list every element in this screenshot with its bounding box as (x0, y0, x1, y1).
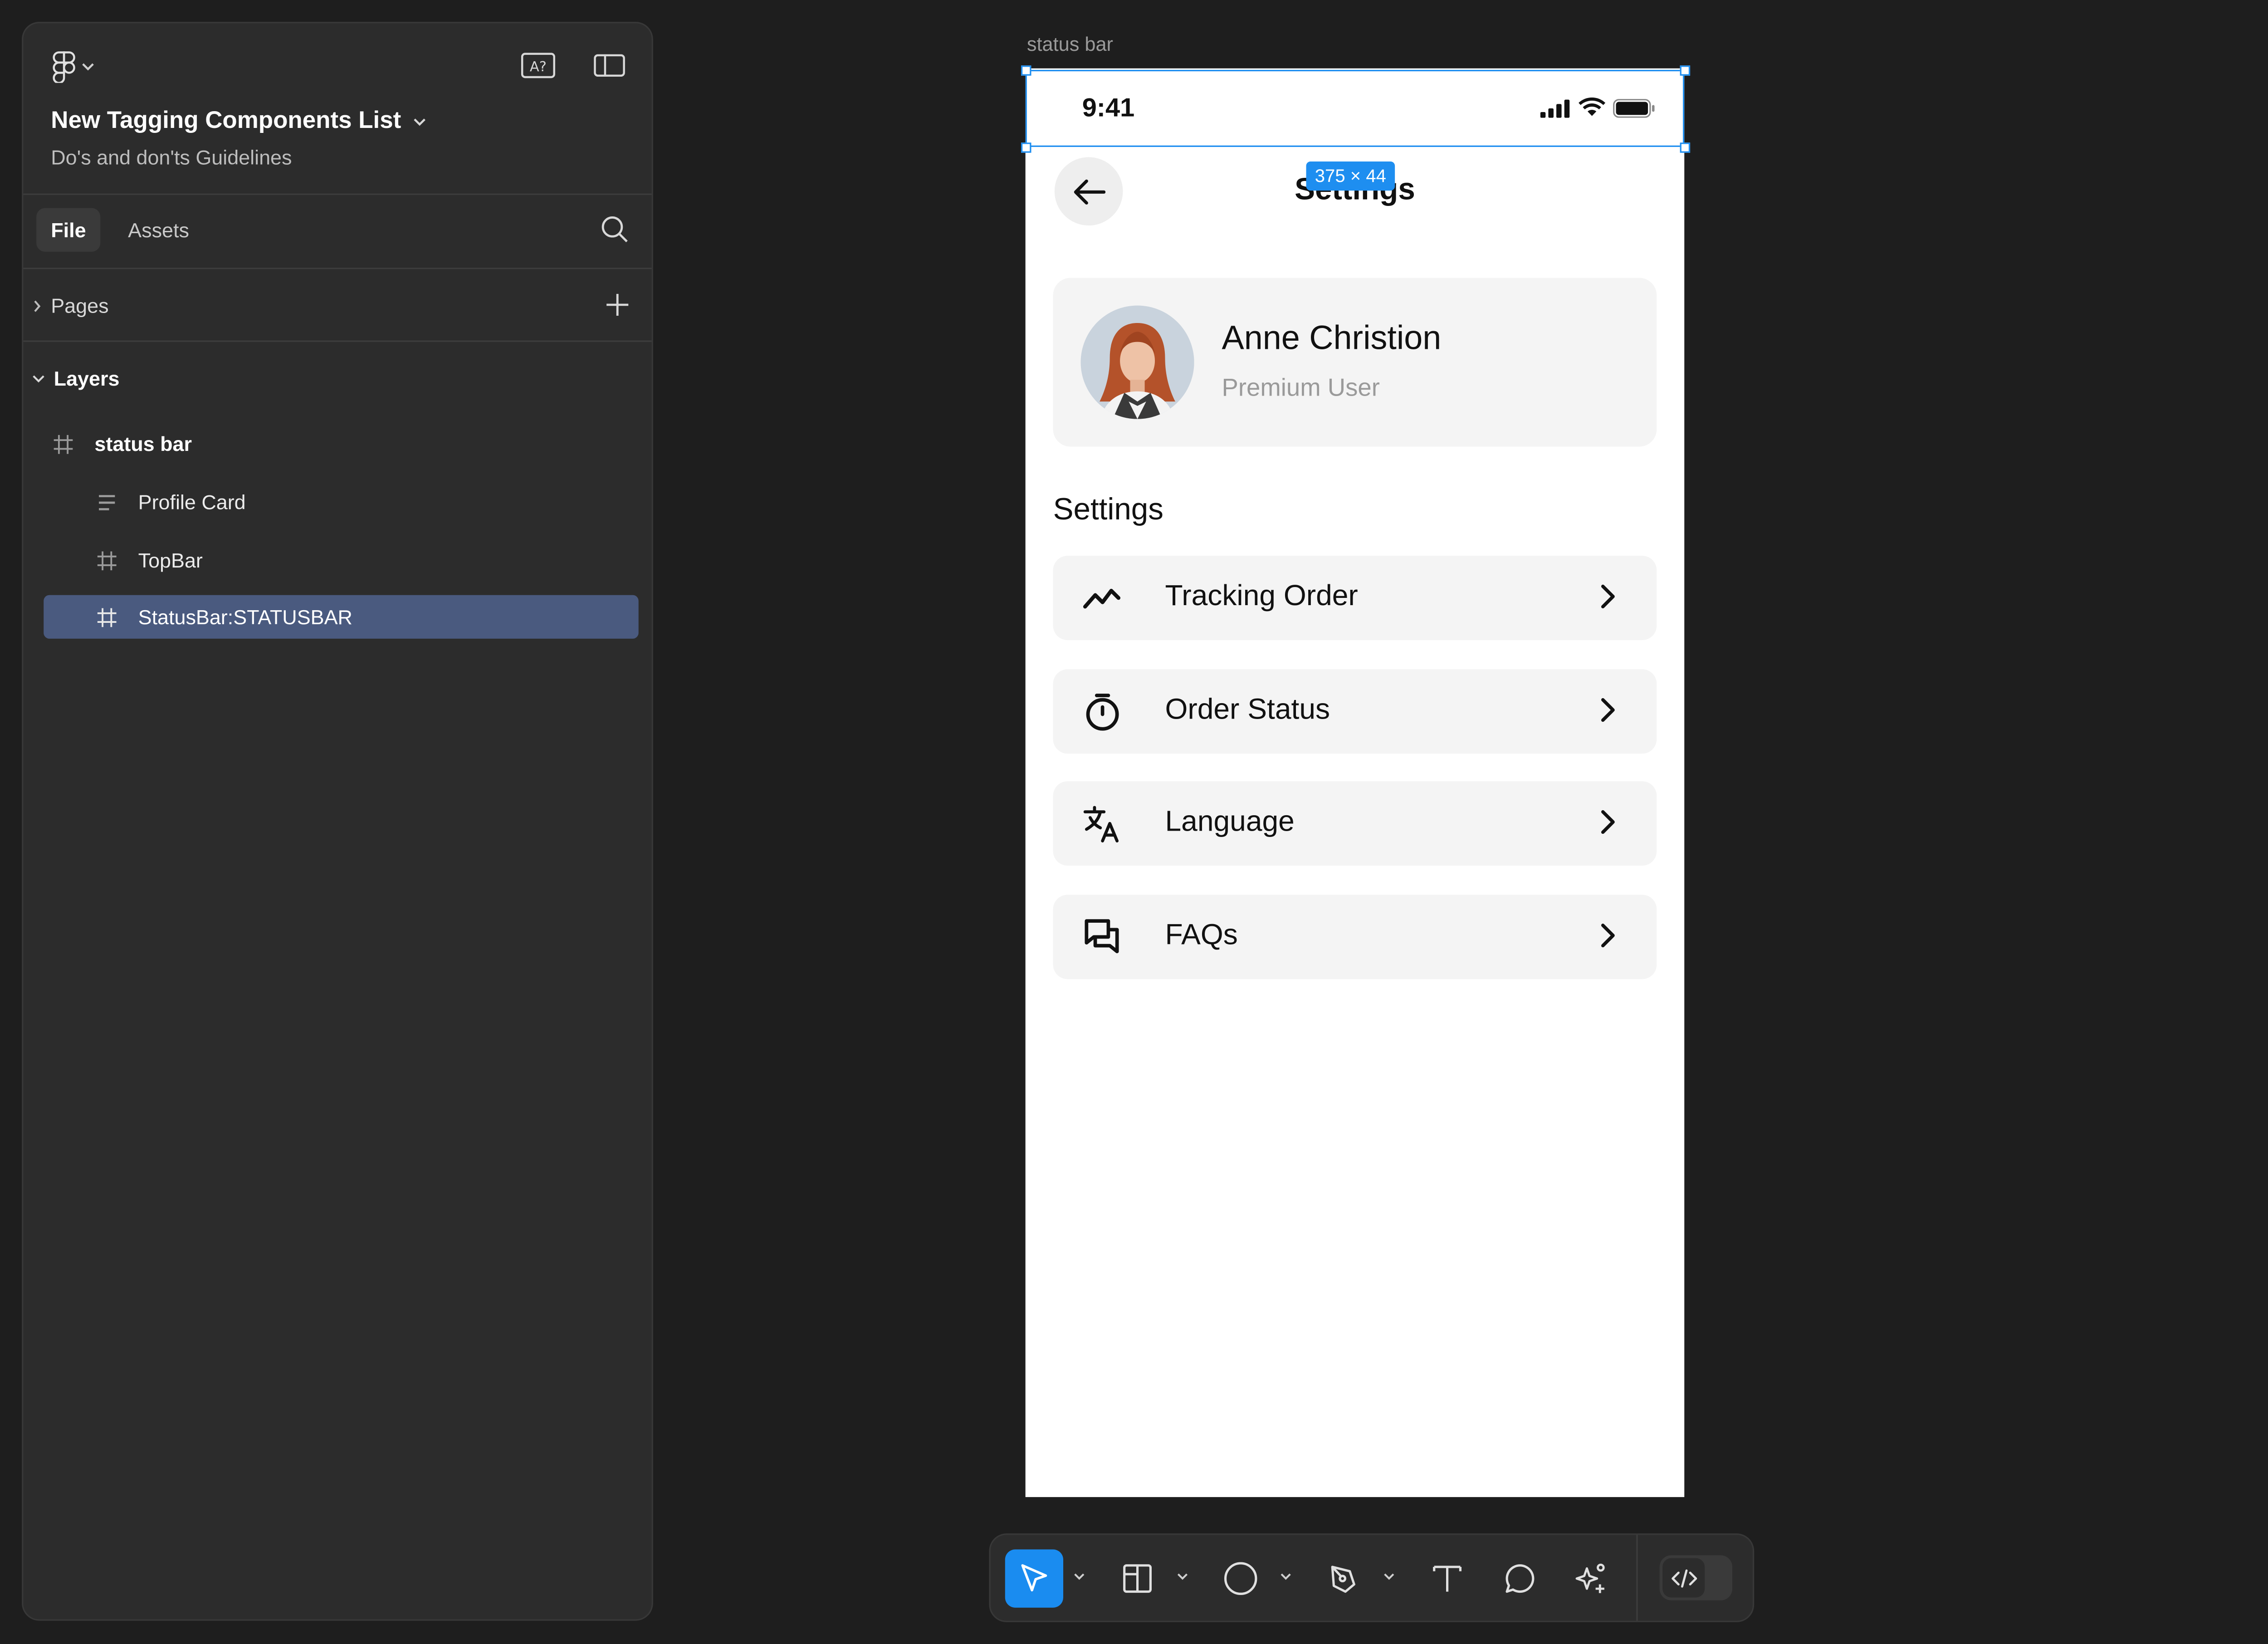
menu-label: Order Status (1165, 694, 1330, 726)
menu-label: Tracking Order (1165, 580, 1358, 613)
avatar (1080, 305, 1194, 419)
shape-tool-button[interactable] (1212, 1550, 1270, 1608)
selection-size-badge: 375 × 44 (1306, 161, 1395, 191)
layers-label: Layers (54, 367, 120, 390)
file-name: New Tagging Components List (51, 108, 401, 134)
divider (23, 340, 652, 342)
frame-label[interactable]: status bar (1027, 34, 1113, 55)
text-align-icon (96, 491, 118, 513)
menu-item-faqs[interactable]: FAQs (1053, 895, 1657, 979)
dev-mode-toggle[interactable] (1659, 1555, 1733, 1600)
plus-icon (605, 293, 630, 318)
toolbar-divider (1636, 1535, 1638, 1621)
profile-card[interactable]: Anne Christion Premium User (1053, 278, 1657, 447)
status-bar[interactable]: 9:41 (1026, 68, 1685, 147)
frame-icon (52, 433, 74, 455)
font-check-icon: A? (521, 52, 556, 78)
layer-statusbar-instance[interactable]: StatusBar:STATUSBAR (44, 595, 639, 639)
status-icons (1540, 97, 1655, 118)
pen-icon (1328, 1562, 1360, 1595)
ui-translation-button[interactable]: A? (519, 49, 557, 82)
sparkle-icon (1574, 1561, 1609, 1596)
search-icon (601, 215, 628, 243)
resize-handle[interactable] (1680, 142, 1691, 153)
resize-handle[interactable] (1021, 142, 1031, 153)
text-tool-button[interactable] (1418, 1550, 1476, 1608)
layer-topbar[interactable]: TopBar (96, 538, 203, 582)
comment-icon (1504, 1562, 1536, 1595)
bottom-toolbar (989, 1533, 1755, 1622)
pages-label: Pages (51, 294, 109, 318)
chevron-down-icon (413, 117, 426, 126)
frame-icon (96, 549, 118, 571)
menu-item-tracking-order[interactable]: Tracking Order (1053, 556, 1657, 641)
menu-item-order-status[interactable]: Order Status (1053, 669, 1657, 754)
chevron-down-icon (82, 63, 95, 71)
search-button[interactable] (601, 215, 628, 243)
pages-section-toggle[interactable]: Pages (32, 291, 109, 320)
svg-text:A?: A? (530, 59, 547, 75)
dev-mode-knob (1662, 1558, 1705, 1598)
comment-tool-button[interactable] (1491, 1550, 1549, 1608)
chevron-right-icon (1600, 922, 1616, 949)
ellipse-icon (1223, 1561, 1258, 1596)
add-page-button[interactable] (605, 293, 630, 318)
tab-file[interactable]: File (36, 208, 101, 252)
toggle-sidebar-button[interactable] (591, 49, 628, 82)
wifi-icon (1578, 97, 1606, 118)
frame-icon (96, 606, 118, 628)
code-icon (1669, 1568, 1698, 1588)
trending-icon (1082, 577, 1123, 618)
pen-tool-button[interactable] (1315, 1550, 1373, 1608)
tab-assets[interactable]: Assets (113, 208, 204, 252)
layer-name: StatusBar:STATUSBAR (138, 605, 352, 629)
translate-icon (1082, 803, 1123, 844)
text-icon (1431, 1562, 1463, 1595)
chevron-down-icon[interactable] (1073, 1573, 1085, 1581)
layer-name: Profile Card (138, 490, 246, 514)
ai-tool-button[interactable] (1562, 1550, 1620, 1608)
layer-name: status bar (94, 432, 192, 455)
battery-icon (1613, 98, 1655, 117)
chevron-right-icon (1600, 697, 1616, 723)
layer-name: TopBar (138, 548, 203, 572)
profile-name: Anne Christion (1222, 318, 1442, 357)
file-subtitle: Do's and don'ts Guidelines (51, 145, 292, 169)
chevron-down-icon (32, 373, 45, 383)
chevron-down-icon[interactable] (1280, 1573, 1292, 1581)
resize-handle[interactable] (1680, 65, 1691, 76)
chevron-down-icon[interactable] (1177, 1573, 1188, 1581)
chevron-right-icon (1600, 583, 1616, 610)
layers-section-toggle[interactable]: Layers (32, 364, 120, 393)
divider (23, 193, 652, 195)
chevron-down-icon[interactable] (1383, 1573, 1395, 1581)
menu-label: Language (1165, 806, 1295, 838)
timer-icon (1082, 691, 1123, 732)
left-sidebar-panel: A? New Tagging Components List Do's and … (22, 22, 653, 1621)
sidebar-icon (593, 54, 626, 77)
menu-item-language[interactable]: Language (1053, 781, 1657, 866)
layer-status-bar[interactable]: status bar (52, 422, 192, 465)
menu-label: FAQs (1165, 919, 1238, 952)
chat-bubbles-icon (1082, 916, 1123, 957)
frame-tool-button[interactable] (1108, 1550, 1166, 1608)
resize-handle[interactable] (1021, 65, 1031, 76)
figma-logo-icon (52, 51, 75, 83)
divider (23, 268, 652, 269)
chevron-right-icon (32, 299, 42, 312)
layer-profile-card[interactable]: Profile Card (96, 480, 246, 524)
figma-workspace: A? New Tagging Components List Do's and … (0, 0, 2268, 1644)
status-time: 9:41 (1082, 93, 1135, 122)
move-tool-button[interactable] (1005, 1549, 1064, 1608)
cellular-signal-icon (1540, 98, 1571, 117)
cursor-arrow-icon (1018, 1562, 1051, 1595)
chevron-right-icon (1600, 809, 1616, 835)
file-title[interactable]: New Tagging Components List (51, 108, 426, 135)
settings-section-title: Settings (1053, 493, 1163, 527)
frame-tool-icon (1121, 1562, 1154, 1595)
phone-frame[interactable]: 9:41 Settings (1025, 68, 1685, 1497)
profile-role: Premium User (1222, 374, 1380, 402)
main-menu-button[interactable] (52, 49, 110, 84)
